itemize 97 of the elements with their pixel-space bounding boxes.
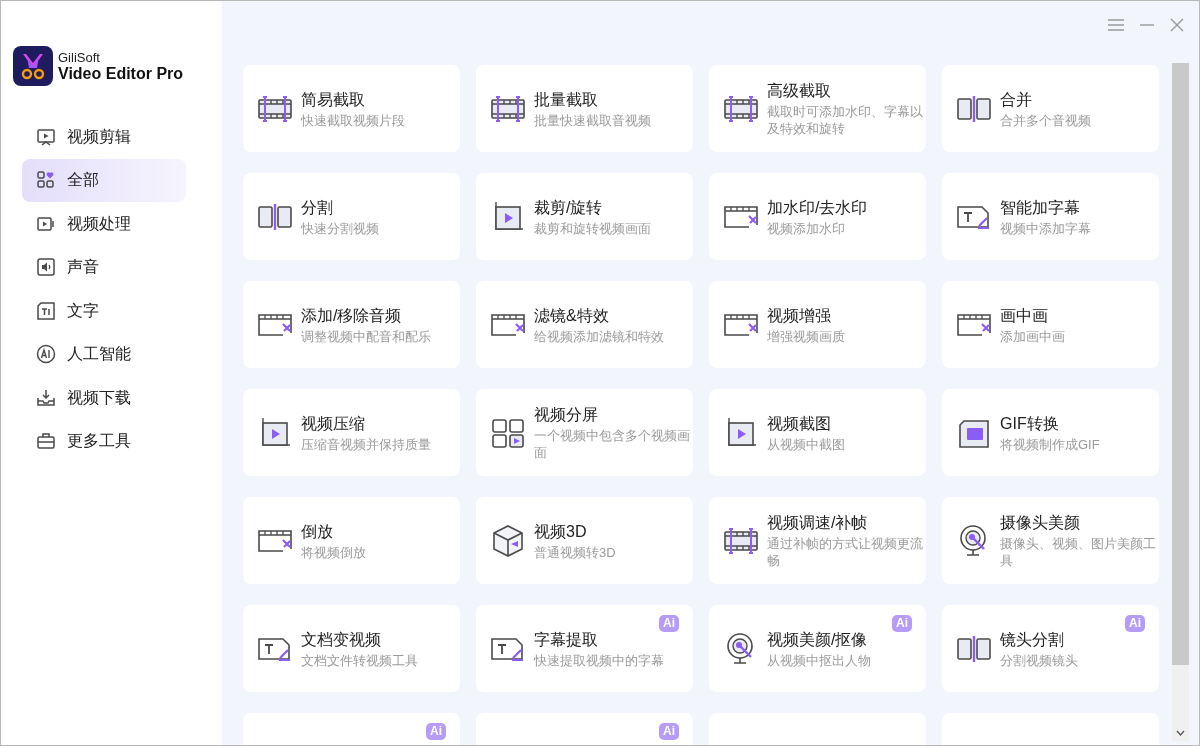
tool-description: 普通视频转3D — [534, 543, 617, 561]
close-icon[interactable] — [1169, 17, 1185, 33]
ai-badge: Ai — [1125, 615, 1145, 632]
ai-badge: Ai — [892, 615, 912, 632]
tool-card[interactable]: 视频压缩 压缩音视频并保持质量 — [243, 389, 460, 476]
tool-card[interactable]: 高级截取 截取时可添加水印、字幕以及特效和旋转 — [709, 65, 926, 152]
tool-description: 将视频制作成GIF — [1000, 435, 1101, 453]
tool-title: 高级截取 — [767, 81, 832, 101]
tool-title: 视频压缩 — [301, 413, 366, 434]
tool-card[interactable]: 文档变视频 文档文件转视频工具 — [243, 605, 460, 692]
tool-card[interactable]: 视频截图 从视频中截图 — [709, 389, 926, 476]
product-name: Video Editor Pro — [58, 65, 184, 82]
sidebar-item[interactable]: 视频处理 — [22, 202, 186, 246]
grid-heart-icon — [36, 170, 56, 191]
tool-card[interactable]: 批量截取 批量快速截取音视频 — [476, 65, 693, 152]
tool-card[interactable]: 裁剪/旋转 裁剪和旋转视频画面 — [476, 173, 693, 260]
tool-title: 合并 — [1000, 89, 1033, 110]
tool-description: 合并多个音视频 — [1000, 111, 1092, 129]
tool-description: 文档文件转视频工具 — [301, 651, 419, 669]
tool-title: 视频增强 — [767, 305, 832, 326]
tool-description: 从视频中截图 — [767, 435, 846, 453]
tool-card[interactable]: Ai 视频美颜/抠像 从视频中抠出人物 — [709, 605, 926, 692]
monitor-play-icon — [36, 126, 56, 147]
tool-title: 视频3D — [534, 521, 588, 542]
text-document-icon — [36, 300, 56, 321]
tool-title: 裁剪/旋转 — [534, 197, 604, 218]
tool-card[interactable]: 智能加字幕 视频中添加字幕 — [942, 173, 1159, 260]
tool-title: 智能加字幕 — [1000, 197, 1081, 218]
menu-icon[interactable] — [1107, 17, 1125, 33]
tool-card[interactable]: 简易截取 快速截取视频片段 — [243, 65, 460, 152]
tool-title: 分割 — [301, 197, 334, 218]
tool-description: 压缩音视频并保持质量 — [301, 435, 432, 453]
tool-description: 从视频中抠出人物 — [767, 651, 872, 669]
tool-title: 镜头分割 — [1000, 629, 1065, 650]
tool-card[interactable]: 滤镜&特效 给视频添加滤镜和特效 — [476, 281, 693, 368]
tool-description: 快速分割视频 — [301, 219, 380, 237]
tool-title: 字幕提取 — [534, 629, 599, 650]
tool-card[interactable]: 添加/移除音频 调整视频中配音和配乐 — [243, 281, 460, 368]
tool-title: 文档变视频 — [301, 629, 382, 650]
sidebar-item[interactable]: 人工智能 — [22, 332, 186, 376]
tool-title: 添加/移除音频 — [301, 305, 403, 326]
tool-card[interactable]: 倒放 将视频倒放 — [243, 497, 460, 584]
tool-title: 加水印/去水印 — [767, 197, 869, 218]
tool-card[interactable]: 视频3D 普通视频转3D — [476, 497, 693, 584]
ai-badge: Ai — [426, 723, 446, 740]
tool-description: 调整视频中配音和配乐 — [301, 327, 432, 345]
sidebar-item[interactable]: 声音 — [22, 245, 186, 289]
tool-description: 将视频倒放 — [301, 543, 367, 561]
tool-description: 裁剪和旋转视频画面 — [534, 219, 652, 237]
sidebar-item[interactable]: 视频下载 — [22, 376, 186, 420]
tool-card[interactable]: GIF转换 将视频制作成GIF — [942, 389, 1159, 476]
sidebar-item[interactable]: 视频剪辑 — [22, 115, 186, 159]
brand-name: GiliSoft — [58, 50, 101, 64]
download-tray-icon — [36, 387, 56, 408]
tool-card[interactable]: 视频调速/补帧 通过补帧的方式让视频更流畅 — [709, 497, 926, 584]
tool-description: 快速提取视频中的字幕 — [534, 651, 665, 669]
ai-badge: Ai — [659, 723, 679, 740]
tool-title: 视频分屏 — [534, 405, 599, 425]
tool-card[interactable]: 画中画 添加画中画 — [942, 281, 1159, 368]
toolbox-icon — [36, 431, 56, 452]
tool-card[interactable]: 分割 快速分割视频 — [243, 173, 460, 260]
tool-description: 给视频添加滤镜和特效 — [534, 327, 665, 345]
tool-card[interactable]: 加水印/去水印 视频添加水印 — [709, 173, 926, 260]
app-logo — [13, 46, 53, 86]
sidebar-item[interactable]: 更多工具 — [22, 419, 186, 463]
tool-description: 增强视频画质 — [767, 327, 846, 345]
tool-title: 视频调速/补帧 — [767, 513, 869, 533]
tool-title: 视频美颜/抠像 — [767, 629, 869, 650]
tool-description: 视频添加水印 — [767, 219, 846, 237]
tool-card[interactable]: 摄像头美颜 摄像头、视频、图片美颜工具 — [942, 497, 1159, 584]
tool-description: 批量快速截取音视频 — [534, 111, 652, 129]
tool-card[interactable]: Ai 镜头分割 分割视频镜头 — [942, 605, 1159, 692]
tool-description: 截取时可添加水印、字幕以及特效和旋转 — [767, 103, 924, 137]
tool-description: 通过补帧的方式让视频更流畅 — [767, 535, 924, 569]
tool-title: 简易截取 — [301, 89, 366, 110]
tool-title: 画中画 — [1000, 305, 1049, 326]
tool-description: 添加画中画 — [1000, 327, 1066, 345]
tool-card[interactable]: 合并 合并多个音视频 — [942, 65, 1159, 152]
sidebar-item[interactable]: 全部 — [22, 158, 186, 202]
scroll-down-icon[interactable] — [1176, 730, 1185, 736]
sidebar-item[interactable]: 文字 — [22, 289, 186, 333]
tool-title: 滤镜&特效 — [534, 305, 610, 326]
tool-card[interactable]: Ai 字幕提取 快速提取视频中的字幕 — [476, 605, 693, 692]
tool-title: GIF转换 — [1000, 413, 1060, 434]
tool-title: 倒放 — [301, 521, 334, 542]
tool-title: 摄像头美颜 — [1000, 513, 1081, 533]
speaker-icon — [36, 257, 56, 278]
tool-card[interactable]: 视频增强 增强视频画质 — [709, 281, 926, 368]
tool-description: 分割视频镜头 — [1000, 651, 1079, 669]
cube-icon — [490, 522, 526, 559]
ai-circle-icon — [36, 344, 56, 365]
tool-description: 视频中添加字幕 — [1000, 219, 1092, 237]
tool-title: 视频截图 — [767, 413, 832, 434]
tool-title: 批量截取 — [534, 89, 599, 110]
tool-description: 快速截取视频片段 — [301, 111, 406, 129]
tool-description: 摄像头、视频、图片美颜工具 — [1000, 535, 1157, 569]
ai-badge: Ai — [659, 615, 679, 632]
